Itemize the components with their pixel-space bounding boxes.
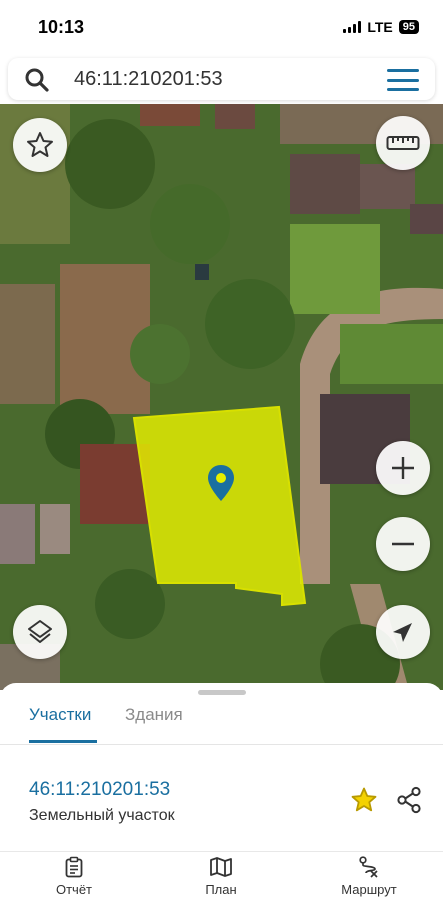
nav-label: План bbox=[205, 882, 237, 897]
divider bbox=[0, 851, 443, 852]
network-type: LTE bbox=[367, 19, 393, 35]
nav-plan[interactable]: План bbox=[176, 856, 266, 897]
star-icon[interactable] bbox=[350, 786, 378, 814]
bottom-sheet: Участки Здания 46:11:210201:53 Земельный… bbox=[0, 683, 443, 910]
share-icon[interactable] bbox=[395, 786, 423, 814]
parcel-polygon bbox=[132, 405, 307, 607]
map-icon bbox=[210, 857, 232, 877]
nav-route[interactable]: Маршрут bbox=[324, 856, 414, 897]
plus-icon bbox=[392, 457, 414, 479]
ruler-button[interactable] bbox=[376, 116, 430, 170]
zoom-out-button[interactable] bbox=[376, 517, 430, 571]
navigation-arrow-icon bbox=[393, 623, 412, 642]
tab-parcels[interactable]: Участки bbox=[29, 705, 91, 725]
tab-bar: Участки Здания bbox=[0, 701, 443, 745]
signal-icon bbox=[343, 21, 362, 33]
locate-button[interactable] bbox=[376, 605, 430, 659]
parcel-cadastral-number[interactable]: 46:11:210201:53 bbox=[29, 779, 170, 801]
menu-icon[interactable] bbox=[387, 69, 419, 91]
search-icon[interactable] bbox=[24, 67, 50, 93]
nav-report[interactable]: Отчёт bbox=[29, 856, 119, 897]
route-icon bbox=[359, 856, 378, 878]
zoom-in-button[interactable] bbox=[376, 441, 430, 495]
map-view[interactable] bbox=[0, 104, 443, 690]
status-time: 10:13 bbox=[38, 17, 85, 37]
location-pin-icon[interactable] bbox=[207, 464, 235, 502]
status-indicators: LTE 95 bbox=[343, 19, 419, 35]
ruler-icon bbox=[386, 136, 420, 150]
satellite-imagery bbox=[0, 104, 443, 690]
search-bar[interactable]: 46:11:210201:53 bbox=[8, 58, 435, 100]
battery-level: 95 bbox=[398, 20, 419, 34]
tab-buildings[interactable]: Здания bbox=[125, 705, 183, 725]
sheet-grabber[interactable] bbox=[198, 690, 246, 695]
layers-icon bbox=[28, 620, 52, 643]
parcel-type: Земельный участок bbox=[29, 807, 175, 824]
favorite-button[interactable] bbox=[13, 118, 67, 172]
bottom-navigation: Отчёт План Маршрут bbox=[0, 853, 443, 910]
layers-button[interactable] bbox=[13, 605, 67, 659]
search-input[interactable]: 46:11:210201:53 bbox=[74, 68, 223, 91]
nav-label: Маршрут bbox=[341, 882, 397, 897]
nav-label: Отчёт bbox=[55, 882, 93, 897]
star-icon bbox=[27, 132, 53, 157]
minus-icon bbox=[392, 542, 414, 546]
clipboard-icon bbox=[65, 856, 83, 878]
status-bar: 10:13 LTE 95 bbox=[0, 0, 443, 52]
active-tab-indicator bbox=[29, 740, 97, 743]
